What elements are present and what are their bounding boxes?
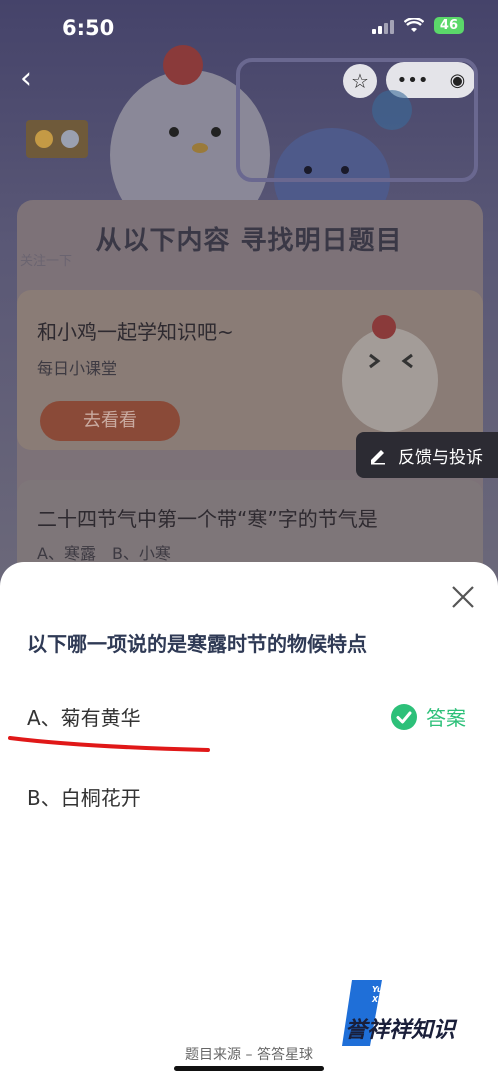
feedback-button[interactable]: 反馈与投诉 [356,432,498,478]
dimmed-subtitle: 关注一下 [20,254,73,269]
close-icon[interactable] [450,584,476,610]
question-text: 以下哪一项说的是寒露时节的物候特点 [27,632,367,656]
edit-pencil-icon [371,450,385,465]
status-icons: 46 [371,17,464,34]
chick-illustration [342,315,438,432]
dimmed-quiz-options: A、寒露 B、小寒 [37,544,171,563]
handdrawn-underline [8,736,210,752]
go-see-button[interactable]: 去看看 [40,401,180,441]
lesson-title: 和小鸡一起学知识吧~ [37,320,234,344]
lesson-subtitle: 每日小课堂 [37,359,118,378]
feedback-label: 反馈与投诉 [398,447,483,468]
option-b[interactable]: B、白桐花开 [27,782,141,811]
background-app: 6:50 46 ‹ ☆ ••• ◉ 从以下内容 寻找明日题目 关注一下 和小鸡一… [0,0,498,620]
answer-tag: 答案 [390,702,466,731]
answer-label: 答案 [426,706,466,730]
battery-badge: 46 [433,17,464,34]
check-circle-icon [391,703,417,730]
signal-icon [371,18,394,34]
watermark-pinyin: YuXiang XiangZhiShi [372,985,427,1004]
dimmed-quiz-question: 二十四节气中第一个带“寒”字的节气是 [37,507,378,531]
wifi-icon [403,17,424,32]
option-a[interactable]: A、菊有黄华 [27,702,141,731]
dimmed-title: 从以下内容 寻找明日题目 [95,226,403,256]
watermark-text: 誉祥祥知识 [345,1018,456,1043]
home-indicator [174,1066,324,1071]
status-time: 6:50 [62,16,115,40]
